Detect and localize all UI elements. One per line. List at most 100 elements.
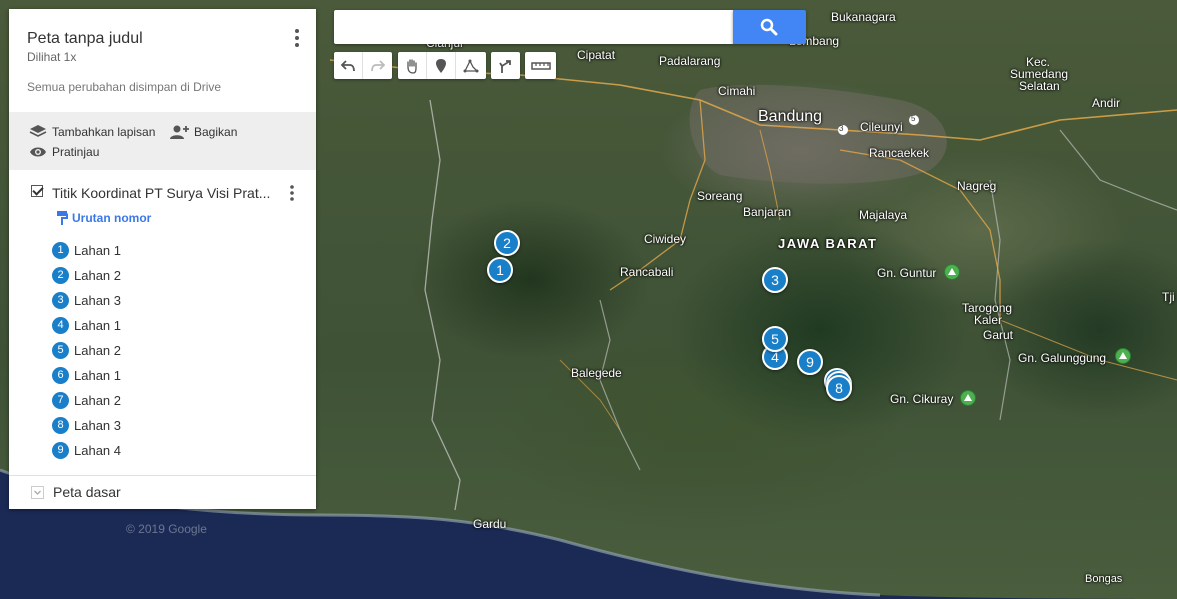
share-label: Bagikan	[194, 125, 238, 139]
list-item[interactable]: 4 Lahan 1	[52, 313, 121, 338]
map-label: Bukanagara	[831, 10, 896, 24]
map-label: Bongas	[1085, 573, 1123, 585]
directions-group	[491, 52, 520, 79]
list-item-label: Lahan 3	[74, 293, 121, 308]
map-label: Padalarang	[659, 54, 721, 68]
map-label: Gn. Galunggung	[1018, 351, 1107, 365]
map-label: Gardu	[473, 517, 507, 531]
draw-line-button[interactable]	[456, 52, 485, 79]
layers-icon	[29, 125, 47, 137]
preview-label: Pratinjau	[52, 145, 100, 159]
map-panel: Peta tanpa judul Dilihat 1x Semua peruba…	[9, 9, 316, 509]
map-marker[interactable]: 8	[826, 375, 852, 401]
layer-header: Titik Koordinat PT Surya Visi Prat...	[9, 179, 316, 209]
share-button[interactable]: Bagikan	[169, 124, 237, 140]
number-badge: 4	[52, 317, 69, 334]
map-label: Tji	[1162, 290, 1175, 304]
route-shield: 5	[911, 114, 916, 123]
number-badge: 9	[52, 442, 69, 459]
list-item-label: Lahan 1	[74, 243, 121, 258]
map-label: JAWA BARAT	[778, 236, 878, 251]
list-item[interactable]: 5 Lahan 2	[52, 338, 121, 363]
number-badge: 7	[52, 392, 69, 409]
layer-visibility-checkbox[interactable]	[31, 185, 43, 197]
layer-items-list: 1 Lahan 1 2 Lahan 2 3 Lahan 3 4 Lahan 1 5 Lah…	[52, 238, 121, 463]
divider	[9, 475, 316, 476]
add-layer-label: Tambahkan lapisan	[52, 125, 156, 139]
map-marker[interactable]: 9	[797, 349, 823, 375]
layer-style-label: Urutan nomor	[72, 211, 152, 225]
map-label: Kaler	[974, 313, 1003, 327]
redo-icon	[370, 59, 385, 71]
number-badge: 6	[52, 367, 69, 384]
map-label: Soreang	[697, 189, 743, 203]
map-label: Bandung	[758, 108, 823, 125]
marker-icon	[436, 58, 446, 73]
eye-icon	[30, 147, 46, 157]
layer-style-button[interactable]: Urutan nomor	[56, 208, 151, 228]
directions-icon	[498, 59, 511, 73]
preview-button[interactable]: Pratinjau	[29, 145, 99, 159]
redo-button[interactable]	[363, 52, 392, 79]
list-item[interactable]: 7 Lahan 2	[52, 388, 121, 413]
map-label: Ciwidey	[644, 232, 687, 246]
search-input[interactable]	[334, 10, 733, 44]
map-label: Cileunyi	[860, 120, 903, 134]
map-label: Banjaran	[743, 205, 792, 219]
undo-button[interactable]	[334, 52, 363, 79]
add-layer-button[interactable]: Tambahkan lapisan	[29, 124, 155, 140]
list-item[interactable]: 9 Lahan 4	[52, 438, 121, 463]
list-item[interactable]: 1 Lahan 1	[52, 238, 121, 263]
panel-actions: Tambahkan lapisan Bagikan Pratinjau	[9, 112, 316, 170]
number-badge: 1	[52, 242, 69, 259]
basemap-label: Peta dasar	[53, 484, 121, 500]
number-badge: 5	[52, 342, 69, 359]
list-item[interactable]: 6 Lahan 1	[52, 363, 121, 388]
select-hand-button[interactable]	[398, 52, 427, 79]
tools-group	[398, 52, 486, 79]
list-item-label: Lahan 1	[74, 318, 121, 333]
list-item-label: Lahan 3	[74, 418, 121, 433]
view-count: Dilihat 1x	[27, 50, 77, 64]
route-shield: 3	[839, 124, 844, 133]
search-icon	[760, 18, 778, 36]
basemap-toggle[interactable]: Peta dasar	[31, 484, 121, 500]
add-person-icon	[170, 125, 189, 139]
mountain-icon	[944, 264, 960, 280]
list-item-label: Lahan 1	[74, 368, 121, 383]
map-marker[interactable]: 3	[762, 267, 788, 293]
map-label: Gn. Cikuray	[890, 392, 954, 406]
map-marker[interactable]: 5	[762, 326, 788, 352]
map-label: Balegede	[571, 366, 622, 380]
map-label: Rancaekek	[869, 146, 930, 160]
layer-options-button[interactable]	[288, 184, 296, 202]
draw-line-icon	[463, 59, 479, 72]
measure-button[interactable]	[525, 52, 556, 79]
undo-redo-group	[334, 52, 392, 79]
map-label: Garut	[983, 328, 1014, 342]
list-item-label: Lahan 2	[74, 393, 121, 408]
save-status: Semua perubahan disimpan di Drive	[27, 80, 222, 94]
add-marker-button[interactable]	[427, 52, 456, 79]
number-badge: 8	[52, 417, 69, 434]
list-item[interactable]: 3 Lahan 3	[52, 288, 121, 313]
map-label: Nagreg	[957, 179, 997, 193]
list-item[interactable]: 2 Lahan 2	[52, 263, 121, 288]
map-options-button[interactable]	[289, 27, 305, 49]
list-item[interactable]: 8 Lahan 3	[52, 413, 121, 438]
mountain-icon	[960, 390, 976, 406]
layer-name[interactable]: Titik Koordinat PT Surya Visi Prat...	[52, 185, 270, 201]
map-title[interactable]: Peta tanpa judul	[27, 30, 143, 48]
expand-icon	[31, 485, 44, 499]
search-button[interactable]	[733, 10, 806, 44]
directions-button[interactable]	[491, 52, 520, 79]
map-marker[interactable]: 1	[487, 257, 513, 283]
map-label: Cimahi	[718, 84, 756, 98]
map-marker[interactable]: 2	[494, 230, 520, 256]
list-item-label: Lahan 2	[74, 343, 121, 358]
list-item-label: Lahan 4	[74, 443, 121, 458]
map-label: Majalaya	[859, 208, 908, 222]
paint-roller-icon	[57, 211, 68, 225]
more-vert-icon	[290, 185, 294, 201]
hand-icon	[407, 58, 417, 74]
